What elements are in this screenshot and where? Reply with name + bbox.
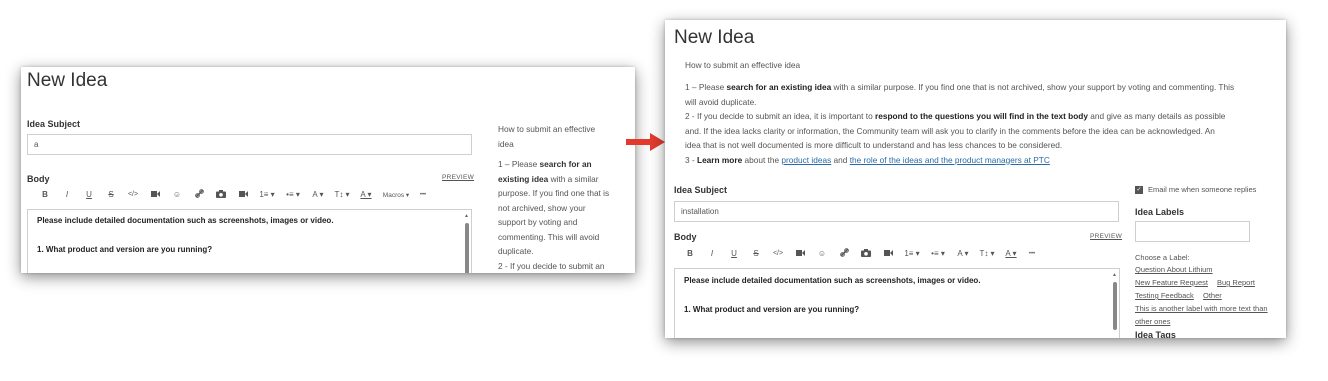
font-size-button[interactable]: T↕ ▾: [975, 249, 999, 258]
camera-icon[interactable]: [855, 248, 877, 259]
guidance-intro: How to submit an effective: [498, 124, 596, 134]
guidance-line: existing idea with a similar: [498, 173, 599, 184]
editor-toolbar: B I U S </> ☺ 1≡ ▾ •≡ ▾ A ▾ T↕ ▾ A ▾ •••: [679, 248, 1041, 259]
idea-labels-heading: Idea Labels: [1135, 207, 1185, 217]
bold-button[interactable]: B: [679, 249, 701, 258]
idea-subject-label: Idea Subject: [27, 119, 81, 129]
editor-scrollbar[interactable]: ▲: [1112, 272, 1117, 338]
body-label: Body: [674, 232, 697, 242]
emoji-icon[interactable]: ☺: [811, 249, 833, 258]
camera-icon[interactable]: [210, 189, 232, 200]
guidance-line: support by voting and: [498, 217, 578, 227]
font-size-button[interactable]: T↕ ▾: [330, 190, 354, 199]
more-options-button[interactable]: •••: [1023, 251, 1041, 257]
emoji-icon[interactable]: ☺: [166, 190, 188, 199]
guidance-paragraph: 1 – Please search for an existing idea w…: [685, 82, 1235, 165]
arrow-right-icon: [626, 133, 665, 151]
idea-tags-heading: Idea Tags: [1135, 330, 1176, 338]
idea-subject-value: a: [34, 140, 39, 149]
body-label: Body: [27, 174, 50, 184]
guidance-line: 1 – Please search for an: [498, 159, 592, 169]
editor-line: Please include detailed documentation su…: [684, 276, 981, 285]
preview-link[interactable]: PREVIEW: [1090, 233, 1122, 240]
guidance-line: 2 - If you decide to submit an: [498, 260, 605, 271]
right-screenshot-panel: New Idea How to submit an effective idea…: [665, 20, 1286, 338]
page-title: New Idea: [674, 27, 755, 48]
media-icon[interactable]: [232, 190, 254, 199]
guidance-line: not archived, show your: [498, 202, 586, 213]
scroll-thumb[interactable]: [1113, 282, 1117, 330]
editor-line: 1. What product and version are you runn…: [37, 245, 213, 254]
label-option[interactable]: This is another label with more text tha…: [1135, 304, 1268, 313]
editor-scrollbar[interactable]: ▲: [464, 213, 469, 273]
video-icon[interactable]: [144, 190, 166, 199]
bullet-list-button[interactable]: •≡ ▾: [925, 249, 951, 258]
label-option[interactable]: Testing Feedback: [1135, 291, 1194, 300]
product-ideas-link[interactable]: product ideas: [781, 155, 831, 165]
label-option[interactable]: Bug Report: [1217, 278, 1255, 287]
editor-toolbar: B I U S </> ☺ 1≡ ▾ •≡ ▾ A ▾ T↕ ▾ A ▾ Mac…: [34, 189, 432, 200]
strikethrough-button[interactable]: S: [745, 249, 767, 258]
email-replies-label: Email me when someone replies: [1148, 185, 1257, 194]
link-icon[interactable]: [833, 248, 855, 259]
guidance-line: purpose. If you find one that is: [498, 188, 610, 198]
body-editor[interactable]: Please include detailed documentation su…: [674, 268, 1120, 338]
font-color-button[interactable]: A ▾: [354, 190, 378, 199]
code-button[interactable]: </>: [122, 191, 144, 198]
bullet-list-button[interactable]: •≡ ▾: [280, 190, 306, 199]
body-editor[interactable]: Please include detailed documentation su…: [27, 209, 472, 273]
numbered-list-button[interactable]: 1≡ ▾: [254, 190, 280, 199]
guidance-line: duplicate.: [498, 246, 534, 256]
left-screenshot-panel: New Idea Idea Subject a Body PREVIEW B I…: [21, 67, 635, 273]
idea-subject-input[interactable]: a: [27, 134, 472, 155]
guidance-line: commenting. This will avoid: [498, 231, 600, 242]
font-color-button[interactable]: A ▾: [999, 249, 1023, 258]
code-button[interactable]: </>: [767, 250, 789, 257]
editor-line: 1. What product and version are you runn…: [684, 305, 860, 314]
strikethrough-button[interactable]: S: [100, 190, 122, 199]
link-icon[interactable]: [188, 189, 210, 200]
numbered-list-button[interactable]: 1≡ ▾: [899, 249, 925, 258]
underline-button[interactable]: U: [723, 249, 745, 258]
editor-line: Please include detailed documentation su…: [37, 216, 334, 225]
email-replies-checkbox[interactable]: ✓: [1135, 186, 1143, 194]
idea-subject-value: installation: [681, 207, 719, 216]
font-style-button[interactable]: A ▾: [951, 249, 975, 258]
font-style-button[interactable]: A ▾: [306, 190, 330, 199]
page-title: New Idea: [27, 70, 108, 91]
idea-subject-input[interactable]: installation: [674, 201, 1119, 222]
underline-button[interactable]: U: [78, 190, 100, 199]
scroll-up-icon[interactable]: ▲: [464, 213, 469, 219]
scroll-thumb[interactable]: [465, 223, 469, 273]
video-icon[interactable]: [789, 249, 811, 258]
italic-button[interactable]: I: [701, 249, 723, 258]
submission-guidance: How to submit an effective idea 1 – Plea…: [498, 122, 628, 273]
guidance-intro: How to submit an effective idea: [685, 60, 801, 70]
scroll-up-icon[interactable]: ▲: [1112, 272, 1117, 278]
macros-dropdown[interactable]: Macros ▾: [378, 191, 414, 199]
guidance-intro: idea: [498, 138, 514, 149]
label-option[interactable]: New Feature Request: [1135, 278, 1208, 287]
idea-labels-input[interactable]: [1135, 221, 1250, 242]
more-options-button[interactable]: •••: [414, 192, 432, 198]
bold-button[interactable]: B: [34, 190, 56, 199]
italic-button[interactable]: I: [56, 190, 78, 199]
choose-label-text: Choose a Label:: [1135, 253, 1190, 262]
preview-link[interactable]: PREVIEW: [442, 174, 474, 181]
label-option[interactable]: Question About Lithium: [1135, 265, 1213, 274]
label-option[interactable]: other ones: [1135, 317, 1170, 326]
label-option[interactable]: Other: [1203, 291, 1222, 300]
role-of-ideas-link[interactable]: the role of the ideas and the product ma…: [850, 155, 1050, 165]
idea-subject-label: Idea Subject: [674, 185, 728, 195]
media-icon[interactable]: [877, 249, 899, 258]
